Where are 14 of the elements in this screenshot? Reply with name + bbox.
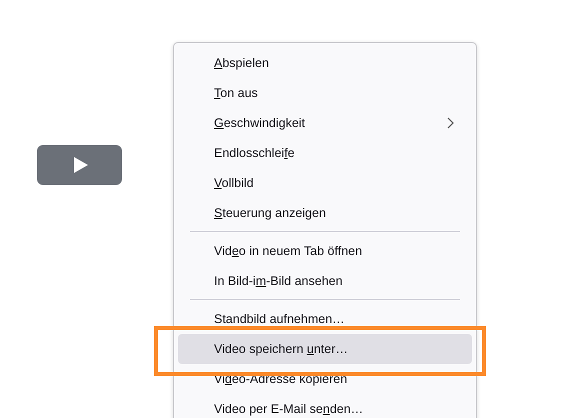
menu-item[interactable]: Endlosschleife [178, 138, 472, 168]
menu-item[interactable]: Steuerung anzeigen [178, 198, 472, 228]
menu-item[interactable]: Video per E-Mail senden… [178, 394, 472, 418]
menu-item[interactable]: In Bild-im-Bild ansehen [178, 266, 472, 296]
chevron-right-icon [447, 117, 454, 129]
menu-item[interactable]: Vollbild [178, 168, 472, 198]
play-icon [74, 157, 88, 173]
menu-item[interactable]: Video speichern unter… [178, 334, 472, 364]
menu-item[interactable]: Ton aus [178, 78, 472, 108]
play-button[interactable] [37, 145, 122, 185]
menu-item[interactable]: Geschwindigkeit [178, 108, 472, 138]
menu-item[interactable]: Abspielen [178, 48, 472, 78]
menu-item[interactable]: Video in neuem Tab öffnen [178, 236, 472, 266]
menu-item[interactable]: Standbild aufnehmen… [178, 304, 472, 334]
